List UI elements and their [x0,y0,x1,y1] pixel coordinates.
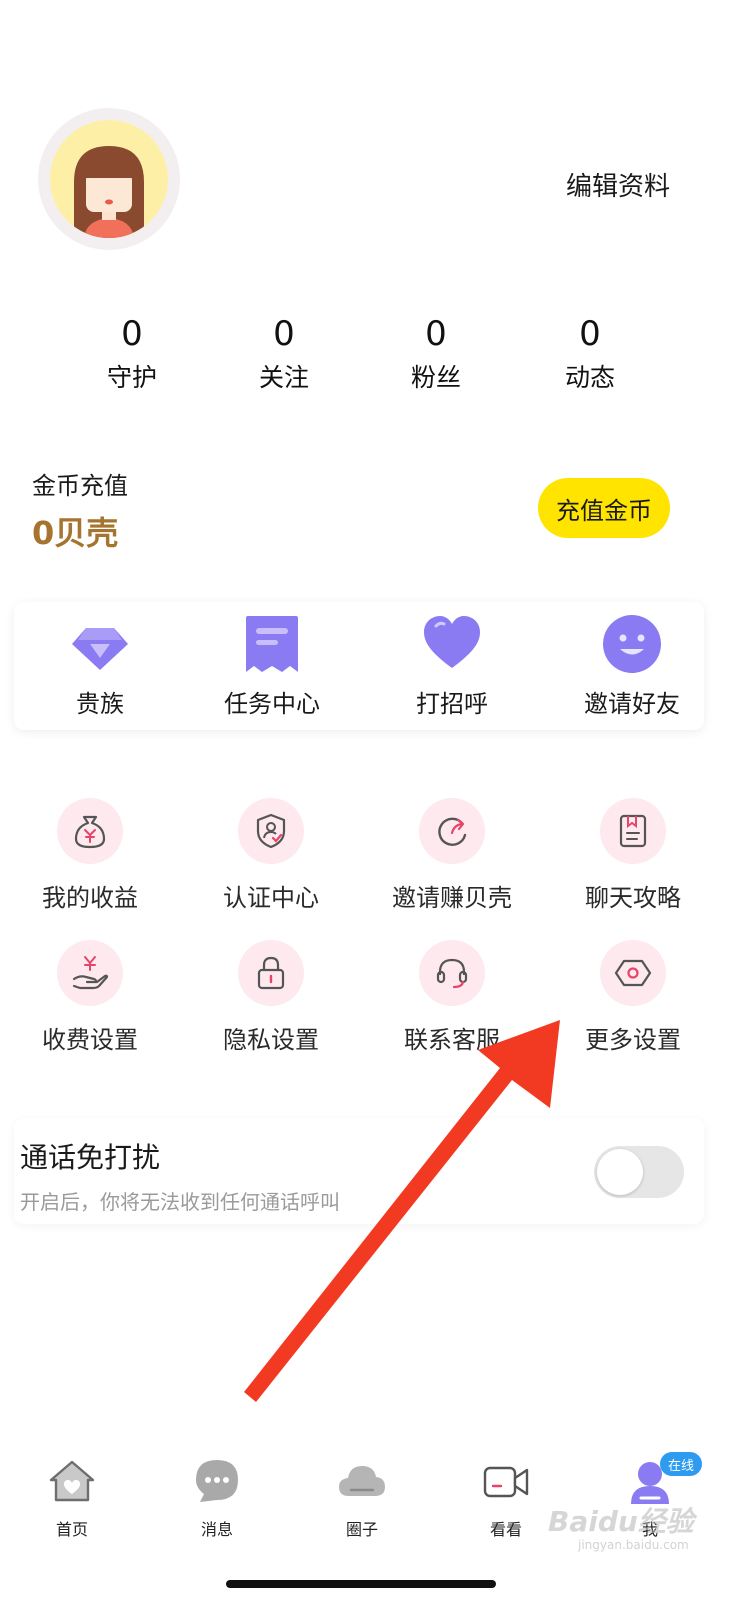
grid-label: 我的收益 [42,884,138,912]
coin-balance: 0贝壳 [32,514,119,552]
tab-messages[interactable]: 消息 [167,1446,267,1546]
feature-nobility[interactable]: 贵族 [14,602,186,730]
chat-bubble-icon [196,1460,238,1502]
grid-label: 聊天攻略 [585,884,681,912]
grid-more-settings[interactable]: 更多设置 [543,940,723,1070]
feature-invite-friends[interactable]: 邀请好友 [546,602,718,730]
feature-greet[interactable]: 打招呼 [366,602,538,730]
feature-label: 邀请好友 [584,690,680,718]
grid-fee-settings[interactable]: 收费设置 [0,940,180,1070]
watermark-brand: Baidu经验 [548,1505,694,1538]
stat-label: 粉丝 [410,363,461,392]
receipt-icon [246,616,298,672]
feature-label: 贵族 [76,690,124,718]
grid-verification-center[interactable]: 认证中心 [181,798,361,928]
icon-circle [57,940,123,1006]
icon-circle [238,940,304,1006]
share-arrow-icon [438,817,467,846]
icon-circle [419,798,485,864]
icon-circle [57,798,123,864]
tab-label: 圈子 [345,1520,378,1539]
coin-recharge-title: 金币充值 [32,472,128,500]
tab-label: 看看 [489,1520,522,1539]
avatar-image [50,120,168,238]
grid-privacy-settings[interactable]: 隐私设置 [181,940,361,1070]
grid-invite-earn[interactable]: 邀请赚贝壳 [362,798,542,928]
yuan-hand-icon [72,956,109,990]
feature-label: 任务中心 [224,690,320,718]
stat-following[interactable]: 0 关注 [224,314,344,396]
stat-value: 0 [121,314,143,354]
stat-label: 动态 [564,363,615,392]
tab-watch[interactable]: 看看 [456,1446,556,1546]
grid-label: 隐私设置 [223,1026,319,1054]
hexagon-settings-icon [614,959,652,987]
stat-value: 0 [273,314,295,354]
smile-icon [603,615,661,673]
grid-label: 认证中心 [223,884,319,912]
grid-chat-guide[interactable]: 聊天攻略 [543,798,723,928]
icon-circle [238,798,304,864]
grid-label: 更多设置 [585,1026,681,1054]
stat-guard[interactable]: 0 守护 [72,314,192,396]
grid-contact-support[interactable]: 联系客服 [362,940,542,1070]
grid-label: 邀请赚贝壳 [392,884,512,912]
watermark-url: jingyan.baidu.com [578,1538,689,1552]
money-bag-icon [74,815,106,849]
lock-icon [257,956,285,990]
toggle-knob [597,1149,643,1195]
avatar[interactable] [38,108,180,250]
dnd-subtitle: 开启后，你将无法收到任何通话呼叫 [20,1190,340,1214]
edit-profile-link[interactable]: 编辑资料 [566,166,670,203]
shield-user-icon [256,813,286,849]
stat-label: 关注 [258,363,309,392]
call-dnd-card: 通话免打扰 开启后，你将无法收到任何通话呼叫 [14,1118,704,1224]
feature-label: 打招呼 [416,690,488,718]
dnd-title: 通话免打扰 [20,1141,161,1174]
grid-label: 联系客服 [404,1026,500,1054]
cloud-icon [339,1466,385,1496]
stat-value: 0 [425,314,447,354]
online-badge: 在线 [660,1452,702,1476]
feature-card: 贵族 任务中心 打招呼 邀请好友 [14,602,704,730]
heart-icon [424,616,480,668]
girl-avatar-icon [74,146,144,238]
video-camera-icon [483,1466,529,1498]
feature-task-center[interactable]: 任务中心 [186,602,358,730]
headset-icon [436,958,468,989]
stat-fans[interactable]: 0 粉丝 [376,314,496,396]
home-icon [49,1460,95,1502]
grid-my-earnings[interactable]: 我的收益 [0,798,180,928]
tab-home[interactable]: 首页 [22,1446,122,1546]
diamond-icon [72,628,128,670]
grid-label: 收费设置 [42,1026,138,1054]
stat-value: 0 [579,314,601,354]
home-indicator [226,1580,496,1588]
icon-circle [419,940,485,1006]
tab-label: 首页 [55,1520,88,1539]
tab-label: 消息 [200,1520,233,1539]
bookmark-doc-icon [619,814,647,848]
tab-circle[interactable]: 圈子 [312,1446,412,1546]
recharge-button[interactable]: 充值金币 [538,478,670,538]
icon-circle [600,940,666,1006]
stat-posts[interactable]: 0 动态 [530,314,650,396]
stat-label: 守护 [106,363,157,392]
icon-circle [600,798,666,864]
dnd-toggle[interactable] [594,1146,684,1198]
